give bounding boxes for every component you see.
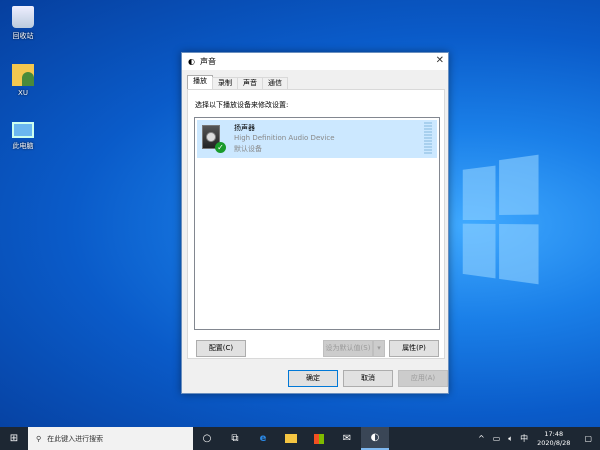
search-box[interactable]: ⚲ 在此键入进行搜索: [28, 427, 193, 450]
store-button[interactable]: [305, 427, 333, 450]
title-bar: ◐ 声音: [182, 53, 448, 70]
device-status: 默认设备: [234, 145, 262, 153]
clock[interactable]: 17:48 2020/8/28: [537, 430, 570, 448]
speaker-icon: ◐: [370, 432, 380, 443]
sound-dialog: ◐ 声音 ✕ 播放 录制 声音 通信 选择以下播放设备来修改设置: ✓ 扬声器 …: [181, 52, 449, 394]
edge-button[interactable]: e: [249, 427, 277, 450]
edge-icon: e: [259, 433, 267, 444]
windows-logo-wallpaper: [462, 154, 545, 287]
device-name: 扬声器: [234, 124, 255, 132]
recycle-bin-icon: [12, 6, 34, 28]
task-view-icon: ⧉: [231, 433, 239, 444]
mail-icon: ✉: [342, 433, 352, 444]
taskbar: ⊞ ⚲ 在此键入进行搜索 ○ ⧉ e ✉ ◐ ^ ▭ 🔈︎ 中 17:48 2020…: [0, 427, 600, 450]
start-button[interactable]: ⊞: [0, 427, 28, 450]
notification-icon[interactable]: ▢: [584, 434, 592, 443]
ime-indicator[interactable]: 中: [520, 433, 528, 444]
network-icon[interactable]: ▭: [493, 434, 501, 443]
dialog-title: 声音: [199, 57, 216, 66]
search-icon: ⚲: [36, 434, 42, 443]
set-default-dropdown[interactable]: ▾: [373, 340, 385, 357]
ok-button[interactable]: 确定: [288, 370, 338, 387]
desktop-icon-user[interactable]: XU: [4, 64, 42, 97]
tab-communications[interactable]: 通信: [262, 77, 288, 89]
windows-icon: ⊞: [9, 433, 19, 444]
mail-button[interactable]: ✉: [333, 427, 361, 450]
folder-icon: [285, 434, 297, 443]
device-description: High Definition Audio Device: [234, 134, 335, 142]
set-default-button[interactable]: 设为默认值(S): [323, 340, 373, 357]
close-button[interactable]: ✕: [436, 55, 444, 66]
volume-icon[interactable]: 🔈︎: [508, 434, 513, 444]
instruction-text: 选择以下播放设备来修改设置:: [195, 101, 289, 109]
cortana-button[interactable]: ○: [193, 427, 221, 450]
cortana-icon: ○: [202, 433, 212, 444]
tab-playback[interactable]: 播放: [187, 75, 213, 89]
sound-settings-taskbar-button[interactable]: ◐: [361, 427, 389, 450]
properties-button[interactable]: 属性(P): [389, 340, 439, 357]
tab-sounds[interactable]: 声音: [237, 77, 263, 89]
chevron-down-icon: ▾: [377, 344, 381, 352]
file-explorer-button[interactable]: [277, 427, 305, 450]
desktop-icon-recycle-bin[interactable]: 回收站: [4, 6, 42, 41]
list-item[interactable]: ✓ 扬声器 High Definition Audio Device 默认设备: [197, 120, 437, 158]
chevron-up-icon[interactable]: ^: [478, 434, 485, 443]
apply-button[interactable]: 应用(A): [398, 370, 448, 387]
desktop-icon-this-pc[interactable]: 此电脑: [4, 122, 42, 151]
volume-meter: [424, 122, 432, 154]
device-list[interactable]: ✓ 扬声器 High Definition Audio Device 默认设备: [194, 117, 440, 330]
computer-icon: [12, 122, 34, 138]
default-check-icon: ✓: [215, 142, 226, 153]
speaker-icon: ◐: [188, 57, 195, 66]
playback-panel: 选择以下播放设备来修改设置: ✓ 扬声器 High Definition Aud…: [187, 89, 445, 359]
tab-recording[interactable]: 录制: [212, 77, 238, 89]
system-tray: ^ ▭ 🔈︎ 中 17:48 2020/8/28 ▢: [474, 427, 600, 450]
task-view-button[interactable]: ⧉: [221, 427, 249, 450]
configure-button[interactable]: 配置(C): [196, 340, 246, 357]
user-folder-icon: [12, 64, 34, 86]
store-icon: [314, 433, 324, 444]
cancel-button[interactable]: 取消: [343, 370, 393, 387]
